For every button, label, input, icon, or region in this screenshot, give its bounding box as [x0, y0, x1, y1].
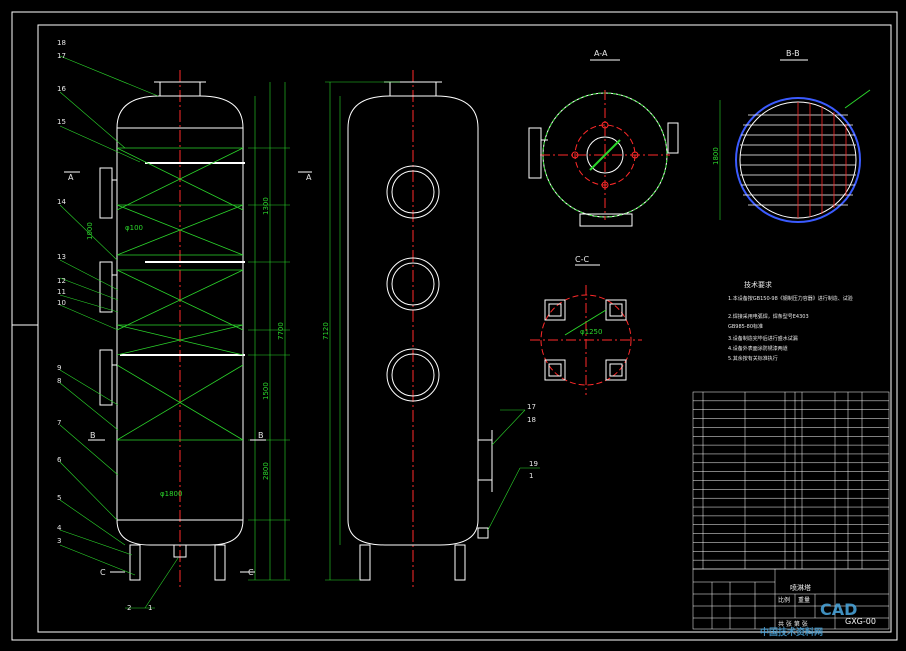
part-number-4: 4 [57, 524, 62, 532]
section-bb-title: B-B [786, 49, 800, 58]
notes-line-5: 4.设备外表面涂防锈漆两道 [728, 345, 788, 352]
notes-title: 技术要求 [744, 280, 772, 289]
part-number-right-1: 1 [529, 472, 533, 480]
part-number-5: 5 [57, 494, 61, 502]
notes-line-1: 1.本设备按GB150-98《钢制压力容器》进行制造、试验 [728, 295, 853, 302]
notes-line-3: GB985-80标准 [728, 323, 763, 330]
dimension-1500: 1500 [262, 382, 270, 400]
parts-list-table [692, 391, 890, 570]
dimension-side-height: 7120 [322, 322, 330, 340]
section-marker-a-left: A [68, 173, 74, 182]
dimension-cc-diameter: φ1250 [580, 328, 602, 336]
section-marker-b-left: B [90, 431, 96, 440]
front-view-left [59, 55, 312, 609]
notes-line-4: 3.设备制造完毕后进行盛水试漏 [728, 335, 798, 342]
section-cc-title: C-C [575, 255, 589, 264]
part-number-8: 8 [57, 377, 61, 385]
dimension-2800: 2800 [262, 462, 270, 480]
notes-line-6: 5.其余按有关标准执行 [728, 355, 778, 362]
part-number-13: 13 [57, 253, 66, 261]
side-view-middle [325, 70, 540, 590]
section-marker-b-right: B [258, 431, 264, 440]
dimension-bb-diameter: 1800 [712, 147, 720, 165]
part-number-12: 12 [57, 277, 66, 285]
part-number-9: 9 [57, 364, 61, 372]
part-number-right-18: 18 [527, 416, 536, 424]
watermark-logo: CAD [820, 600, 857, 619]
part-number-1: 1 [148, 604, 152, 612]
watermark-site: 中国技术资料网 [760, 626, 823, 638]
part-number-15: 15 [57, 118, 66, 126]
part-number-14: 14 [57, 198, 66, 206]
sheet-label: 共 张 第 张 [778, 620, 808, 628]
section-aa-title: A-A [594, 49, 608, 58]
section-marker-c-left: C [100, 568, 106, 577]
scale-label: 比例 [778, 596, 790, 604]
section-marker-c-right: C [248, 568, 254, 577]
part-number-10: 10 [57, 299, 66, 307]
notes-line-2: 2.焊接采用电弧焊，焊条型号E4303 [728, 313, 809, 320]
weight-label: 重量 [798, 596, 810, 604]
part-number-3: 3 [57, 537, 61, 545]
technical-notes: 技术要求 1.本设备按GB150-98《钢制压力容器》进行制造、试验 2.焊接采… [728, 280, 853, 362]
part-number-right-19: 19 [529, 460, 538, 468]
drawing-name: 喷淋塔 [790, 583, 811, 592]
dimension-shell-diameter: φ1800 [160, 490, 182, 498]
section-aa [528, 59, 679, 227]
section-bb [719, 59, 871, 223]
part-number-18: 18 [57, 39, 66, 47]
dimension-1300: 1300 [262, 197, 270, 215]
part-number-11: 11 [57, 288, 66, 296]
part-number-right-17: 17 [527, 403, 536, 411]
part-number-2: 2 [127, 604, 131, 612]
part-number-16: 16 [57, 85, 66, 93]
part-number-7: 7 [57, 419, 61, 427]
part-number-17: 17 [57, 52, 66, 60]
cad-drawing-canvas: 18 17 16 15 14 13 12 11 10 9 8 7 6 5 4 3… [11, 11, 898, 641]
dimension-total-height: 7700 [277, 322, 285, 340]
dimension-1000: 1000 [86, 222, 94, 240]
section-marker-a-right: A [306, 173, 312, 182]
dimension-pipe-label: φ100 [125, 224, 143, 232]
part-number-6: 6 [57, 456, 62, 464]
